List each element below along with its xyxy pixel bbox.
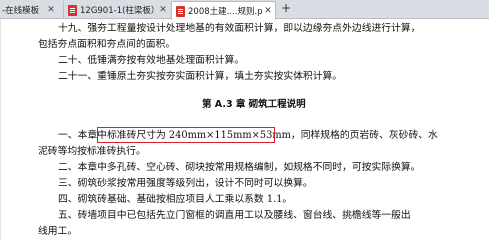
tab-label: -在线模板 <box>2 6 40 16</box>
highlight-box <box>97 127 275 143</box>
document-page: 十九、强夯工程量按设计处理地基的有效面积计算，即以边缘夯点外边线进行计算， 包括… <box>0 19 489 240</box>
pdf-icon <box>68 4 77 16</box>
close-icon[interactable]: ✕ <box>46 5 56 15</box>
new-tab-button[interactable]: + <box>279 0 293 18</box>
doc-line: 三、砌筑砂浆按常用强度等级列出，设计不同时可以换算。 <box>58 178 313 189</box>
tab-2008-rules-pdf[interactable]: 2008土建....规则.pdf ✕ <box>171 1 276 20</box>
doc-line: 包括夯点面积和夯点间的面积。 <box>38 39 176 50</box>
doc-line: 五、砖墙项目中已包括先立门窗框的调直用工以及腰线、窗台线、挑檐线等一般出 <box>58 210 411 221</box>
close-icon[interactable]: ✕ <box>158 5 168 15</box>
close-icon[interactable]: ✕ <box>263 6 273 16</box>
tab-label: 12G901-1(柱梁板）.pdf <box>80 6 158 16</box>
doc-line: 二十、低锤满夯按有效地基处理面积计算。 <box>58 55 245 66</box>
doc-line: 十九、强夯工程量按设计处理地基的有效面积计算，即以边缘夯点外边线进行计算， <box>58 23 421 34</box>
tab-12g901-pdf[interactable]: 12G901-1(柱梁板）.pdf ✕ <box>63 1 170 19</box>
doc-line: 二十一、重锤原土夯实按夯实面积计算，填土夯实按实体积计算。 <box>58 71 343 82</box>
chapter-heading: 第 A.3 章 砌筑工程说明 <box>202 99 306 110</box>
tab-bar: -在线模板 ✕ 12G901-1(柱梁板）.pdf ✕ 2008土建....规则… <box>0 0 489 20</box>
doc-line: 线用工。 <box>38 226 78 237</box>
doc-line: 二、本章中多孔砖、空心砖、砌块按常用规格编制，如规格不同时，可按实际换算。 <box>58 162 421 173</box>
doc-line: 四、砌筑砖基础、基础按相应项目人工乘以系数 1.1。 <box>58 194 293 205</box>
doc-line: 泥砖等均按标准砖执行。 <box>38 146 146 157</box>
tab-online-template[interactable]: -在线模板 ✕ <box>0 1 58 19</box>
pdf-icon <box>176 5 185 17</box>
tab-label: 2008土建....规则.pdf <box>188 7 263 17</box>
